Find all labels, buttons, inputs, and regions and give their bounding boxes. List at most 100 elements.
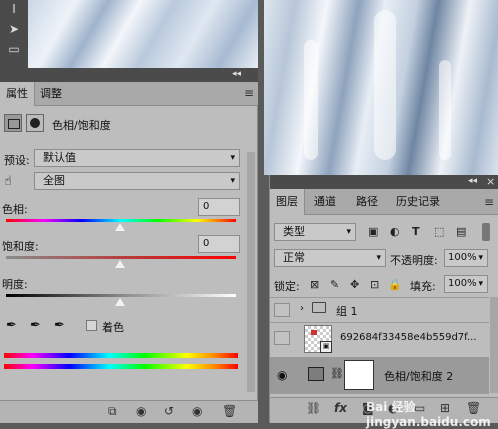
saturation-slider-thumb[interactable] — [115, 260, 125, 268]
colorize-checkbox[interactable] — [86, 320, 97, 331]
filter-toggle[interactable] — [482, 223, 490, 241]
channel-select[interactable]: 全图 ▾ — [34, 172, 240, 190]
adjustment-layer-icon — [308, 367, 324, 381]
channel-value: 全图 — [43, 174, 65, 187]
chevron-down-icon: ▾ — [230, 153, 235, 163]
tab-history[interactable]: 历史记录 — [390, 189, 446, 215]
lock-all-icon[interactable]: 🔒 — [388, 278, 402, 291]
properties-bottom-bar: ⧉ ◉ ↺ ◉ 🗑 — [0, 400, 258, 423]
filter-smart-object-icon[interactable]: ▤ — [456, 225, 466, 238]
eyedropper-minus-icon[interactable]: ✒ — [54, 318, 65, 333]
adjustment-icon[interactable] — [4, 114, 22, 132]
mask-icon[interactable] — [26, 114, 44, 132]
view-previous-icon[interactable]: ◉ — [136, 404, 146, 418]
hue-slider-track[interactable] — [6, 219, 236, 222]
filter-shape-icon[interactable]: ⬚ — [434, 225, 444, 238]
lock-artboard-icon[interactable]: ⊡ — [370, 278, 379, 291]
layer-row-group[interactable]: › 组 1 — [270, 297, 489, 323]
visibility-eye-icon[interactable]: ◉ — [277, 368, 287, 382]
trash-icon[interactable]: 🗑 — [222, 404, 237, 418]
layers-tabs: 图层 通道 路径 历史记录 ≡ — [270, 189, 498, 215]
blend-mode-value: 正常 — [283, 251, 305, 264]
tab-paths[interactable]: 路径 — [350, 189, 384, 215]
chevron-down-icon: ▾ — [376, 253, 381, 263]
tab-layers[interactable]: 图层 — [270, 189, 305, 215]
eyedropper-plus-icon[interactable]: ✒ — [30, 318, 41, 333]
fx-icon[interactable]: fx — [334, 401, 347, 415]
preset-value: 默认值 — [43, 151, 76, 164]
preset-select[interactable]: 默认值 ▾ — [34, 149, 240, 167]
lock-image-icon[interactable]: ✎ — [330, 278, 339, 291]
panel-menu-icon[interactable]: ≡ — [244, 86, 254, 100]
collapse-icon[interactable]: ◂◂ — [232, 69, 241, 79]
eyedropper-icon[interactable]: ✒ — [6, 318, 17, 333]
layers-panel: ◂◂ × 图层 通道 路径 历史记录 ≡ 类型 ▾ ▣ ◐ T ⬚ ▤ 正常 ▾… — [269, 175, 498, 423]
layer-thumbnail: ▣ — [304, 325, 332, 353]
layer-name: 组 1 — [336, 305, 358, 318]
expand-chevron-icon[interactable]: › — [300, 303, 304, 314]
lightness-slider-track[interactable] — [6, 294, 236, 297]
tab-properties[interactable]: 属性 — [0, 82, 35, 106]
layers-panel-titlebar: ◂◂ × — [270, 175, 498, 189]
link-layers-icon[interactable]: ⛓ — [306, 401, 321, 415]
visibility-toggle[interactable] — [274, 331, 290, 345]
clip-to-layer-icon[interactable]: ⧉ — [108, 404, 117, 419]
hue-slider-thumb[interactable] — [115, 223, 125, 231]
tools-panel: I ➤ ▭ — [0, 0, 28, 68]
reset-icon[interactable]: ↺ — [164, 404, 174, 418]
layer-row-smart-object[interactable]: ▣ 692684f33458e4b559d7f... — [270, 321, 489, 358]
layer-row-hue-saturation[interactable]: ◉ ⛓ 色相/饱和度 2 — [270, 357, 489, 394]
visibility-toggle[interactable] — [274, 303, 290, 317]
saturation-slider-track[interactable] — [6, 256, 236, 259]
layers-scrollbar[interactable] — [490, 297, 498, 393]
lock-label: 锁定: — [274, 280, 300, 293]
hue-label: 色相: — [2, 203, 28, 216]
properties-panel-titlebar: ◂◂ — [0, 68, 258, 82]
hue-input[interactable]: 0 — [198, 198, 240, 216]
collapse-icon[interactable]: ◂◂ — [468, 176, 477, 186]
filter-pixel-icon[interactable]: ▣ — [368, 225, 378, 238]
layer-name: 色相/饱和度 2 — [384, 370, 454, 383]
chevron-down-icon: ▾ — [230, 176, 235, 186]
panel-menu-icon[interactable]: ≡ — [484, 195, 494, 209]
properties-panel: ◂◂ 属性 调整 ≡ 色相/饱和度 预设: 默认值 ▾ ☝ 全图 ▾ 色相: 0… — [0, 68, 258, 423]
canvas-image-right — [264, 0, 498, 175]
watermark: Bai 经验 jingyan.baidu.com — [366, 400, 491, 429]
opacity-input[interactable]: 100% ▾ — [444, 249, 488, 267]
filter-kind-select[interactable]: 类型 ▾ — [274, 223, 356, 241]
lock-transparent-icon[interactable]: ⊠ — [310, 278, 319, 291]
opacity-value: 100% — [448, 252, 477, 263]
lock-position-icon[interactable]: ✥ — [350, 278, 359, 291]
hand-target-icon[interactable]: ☝ — [4, 174, 12, 189]
colorize-label: 着色 — [102, 321, 124, 334]
adjustment-title: 色相/饱和度 — [52, 119, 111, 132]
move-tool-icon[interactable]: ➤ — [6, 22, 22, 36]
properties-tabs: 属性 调整 ≡ — [0, 82, 258, 106]
marquee-tool-icon[interactable]: ▭ — [6, 42, 22, 56]
spectrum-bar-bottom — [4, 364, 238, 369]
saturation-input[interactable]: 0 — [198, 235, 240, 253]
preset-label: 预设: — [4, 154, 30, 167]
link-icon: ⛓ — [330, 367, 344, 380]
tab-channels[interactable]: 通道 — [308, 189, 342, 215]
tab-adjustments[interactable]: 调整 — [34, 82, 68, 106]
properties-scrollbar[interactable] — [247, 152, 255, 392]
chevron-down-icon: ▾ — [478, 253, 483, 263]
layer-name: 692684f33458e4b559d7f... — [340, 332, 477, 343]
saturation-label: 饱和度: — [2, 240, 39, 253]
blend-mode-select[interactable]: 正常 ▾ — [274, 249, 386, 267]
text-tool-icon[interactable]: I — [6, 2, 22, 16]
filter-adjustment-icon[interactable]: ◐ — [390, 225, 400, 238]
close-icon[interactable]: × — [486, 175, 495, 188]
visibility-eye-icon[interactable]: ◉ — [192, 404, 202, 418]
chevron-down-icon: ▾ — [478, 279, 483, 289]
opacity-label: 不透明度: — [390, 254, 438, 267]
filter-type-icon[interactable]: T — [412, 225, 420, 238]
filter-kind-value: 类型 — [283, 225, 305, 238]
fill-label: 填充: — [410, 280, 436, 293]
lightness-slider-thumb[interactable] — [115, 298, 125, 306]
fill-value: 100% — [448, 278, 477, 289]
fill-input[interactable]: 100% ▾ — [444, 275, 488, 293]
folder-icon — [312, 302, 326, 313]
layer-mask-thumbnail[interactable] — [344, 360, 374, 390]
